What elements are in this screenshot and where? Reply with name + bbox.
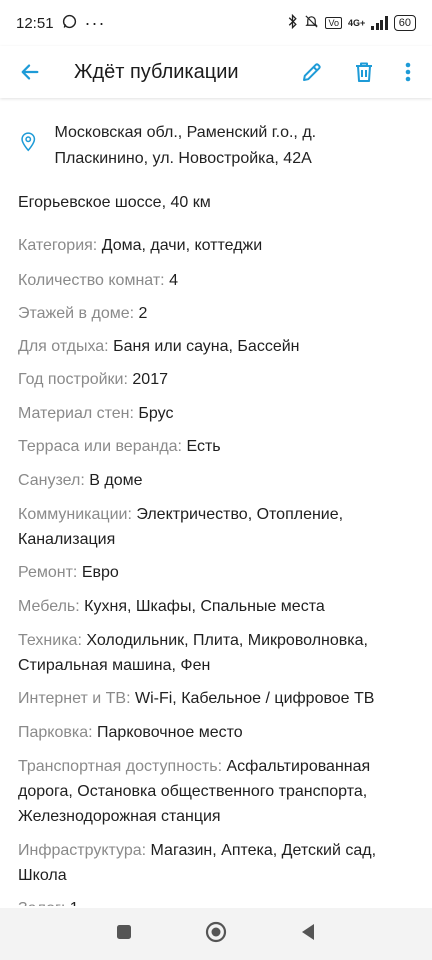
volte-icon: Vo <box>325 17 342 29</box>
home-circle-icon <box>205 921 227 942</box>
home-button[interactable] <box>205 921 227 948</box>
property-label: Интернет и ТВ: <box>18 690 131 707</box>
property-value: Баня или сауна, Бассейн <box>113 338 300 355</box>
property-row: Этажей в доме: 2 <box>0 301 432 326</box>
property-label: Для отдыха: <box>18 338 109 355</box>
property-row: Терраса или веранда: Есть <box>0 434 432 459</box>
signal-icon <box>371 16 388 30</box>
property-row: Материал стен: Брус <box>0 401 432 426</box>
property-value: 1 <box>70 900 79 906</box>
property-label: Год постройки: <box>18 371 128 388</box>
property-label: Количество комнат: <box>18 272 165 289</box>
whatsapp-icon <box>62 14 77 33</box>
property-label: Коммуникации: <box>18 506 132 523</box>
property-row: Для отдыха: Баня или сауна, Бассейн <box>0 334 432 359</box>
property-value: Дома, дачи, коттеджи <box>101 237 263 254</box>
square-icon <box>117 924 132 939</box>
property-label: Транспортная доступность: <box>18 758 223 775</box>
app-bar: Ждёт публикации <box>0 46 432 98</box>
property-label: Парковка: <box>18 724 93 741</box>
status-bar: 12:51 ··· Vo 4G+ 60 <box>0 0 432 46</box>
trash-icon <box>356 62 372 82</box>
listing-details: Московская обл., Раменский г.о., д. Плас… <box>0 98 432 906</box>
more-notifications-icon: ··· <box>84 13 106 33</box>
property-label: Залог: <box>18 900 65 906</box>
property-row: Инфраструктура: Магазин, Аптека, Детский… <box>0 838 432 888</box>
back-button[interactable] <box>8 50 52 94</box>
property-label: Мебель: <box>18 598 80 615</box>
property-value: 2 <box>138 305 148 322</box>
property-value: В доме <box>89 472 143 489</box>
property-list: Категория: Дома, дачи, коттеджи Количеств… <box>0 233 432 906</box>
more-options-button[interactable] <box>386 50 430 94</box>
address-row: Московская обл., Раменский г.о., д. Плас… <box>0 98 432 172</box>
bluetooth-icon <box>288 13 298 32</box>
property-label: Терраса или веранда: <box>18 438 182 455</box>
property-value: Wi-Fi, Кабельное / цифровое ТВ <box>134 690 375 707</box>
property-label: Материал стен: <box>18 405 134 422</box>
status-time: 12:51 <box>16 14 54 32</box>
property-label: Техника: <box>18 632 82 649</box>
location-pin-icon <box>21 132 36 152</box>
pencil-icon <box>303 63 321 81</box>
triangle-back-icon <box>301 923 314 940</box>
property-row: Техника: Холодильник, Плита, Микроволнов… <box>0 628 432 678</box>
page-title: Ждёт публикации <box>74 60 239 83</box>
property-row: Ремонт: Евро <box>0 560 432 585</box>
address-text: Московская обл., Раменский г.о., д. Плас… <box>54 124 317 167</box>
property-row: Год постройки: 2017 <box>0 367 432 392</box>
property-label: Этажей в доме: <box>18 305 135 322</box>
property-row: Количество комнат: 4 <box>0 268 432 293</box>
property-row: Парковка: Парковочное место <box>0 720 432 745</box>
property-label: Категория: <box>18 237 98 254</box>
mute-bell-icon <box>304 14 319 32</box>
property-row: Мебель: Кухня, Шкафы, Спальные места <box>0 594 432 619</box>
property-label: Санузел: <box>18 472 85 489</box>
network-type: 4G+ <box>347 18 366 28</box>
property-value: Есть <box>186 438 221 455</box>
property-label: Инфраструктура: <box>18 842 147 859</box>
property-label: Ремонт: <box>18 564 78 581</box>
property-value: Парковочное место <box>97 724 243 741</box>
property-row: Транспортная доступность: Асфальтированн… <box>0 754 432 829</box>
system-nav-bar <box>0 908 432 960</box>
property-value: 4 <box>169 272 178 289</box>
property-row: Коммуникации: Электричество, Отопление, … <box>0 502 432 552</box>
back-nav-button[interactable] <box>300 923 316 946</box>
delete-button[interactable] <box>342 50 386 94</box>
property-row: Санузел: В доме <box>0 468 432 493</box>
property-row: Категория: Дома, дачи, коттеджи <box>0 233 432 258</box>
property-value: 2017 <box>132 371 168 388</box>
back-arrow-icon <box>21 64 39 80</box>
highway-text: Егорьевское шоссе, 40 км <box>18 194 211 211</box>
edit-button[interactable] <box>290 50 334 94</box>
property-value: Евро <box>81 564 119 581</box>
recent-apps-button[interactable] <box>116 924 132 945</box>
property-row: Интернет и ТВ: Wi-Fi, Кабельное / цифров… <box>0 686 432 711</box>
property-value: Брус <box>138 405 174 422</box>
property-row: Залог: 1 <box>0 896 432 906</box>
battery-level: 60 <box>393 15 416 31</box>
more-vert-icon <box>405 62 411 82</box>
property-value: Кухня, Шкафы, Спальные места <box>84 598 325 615</box>
